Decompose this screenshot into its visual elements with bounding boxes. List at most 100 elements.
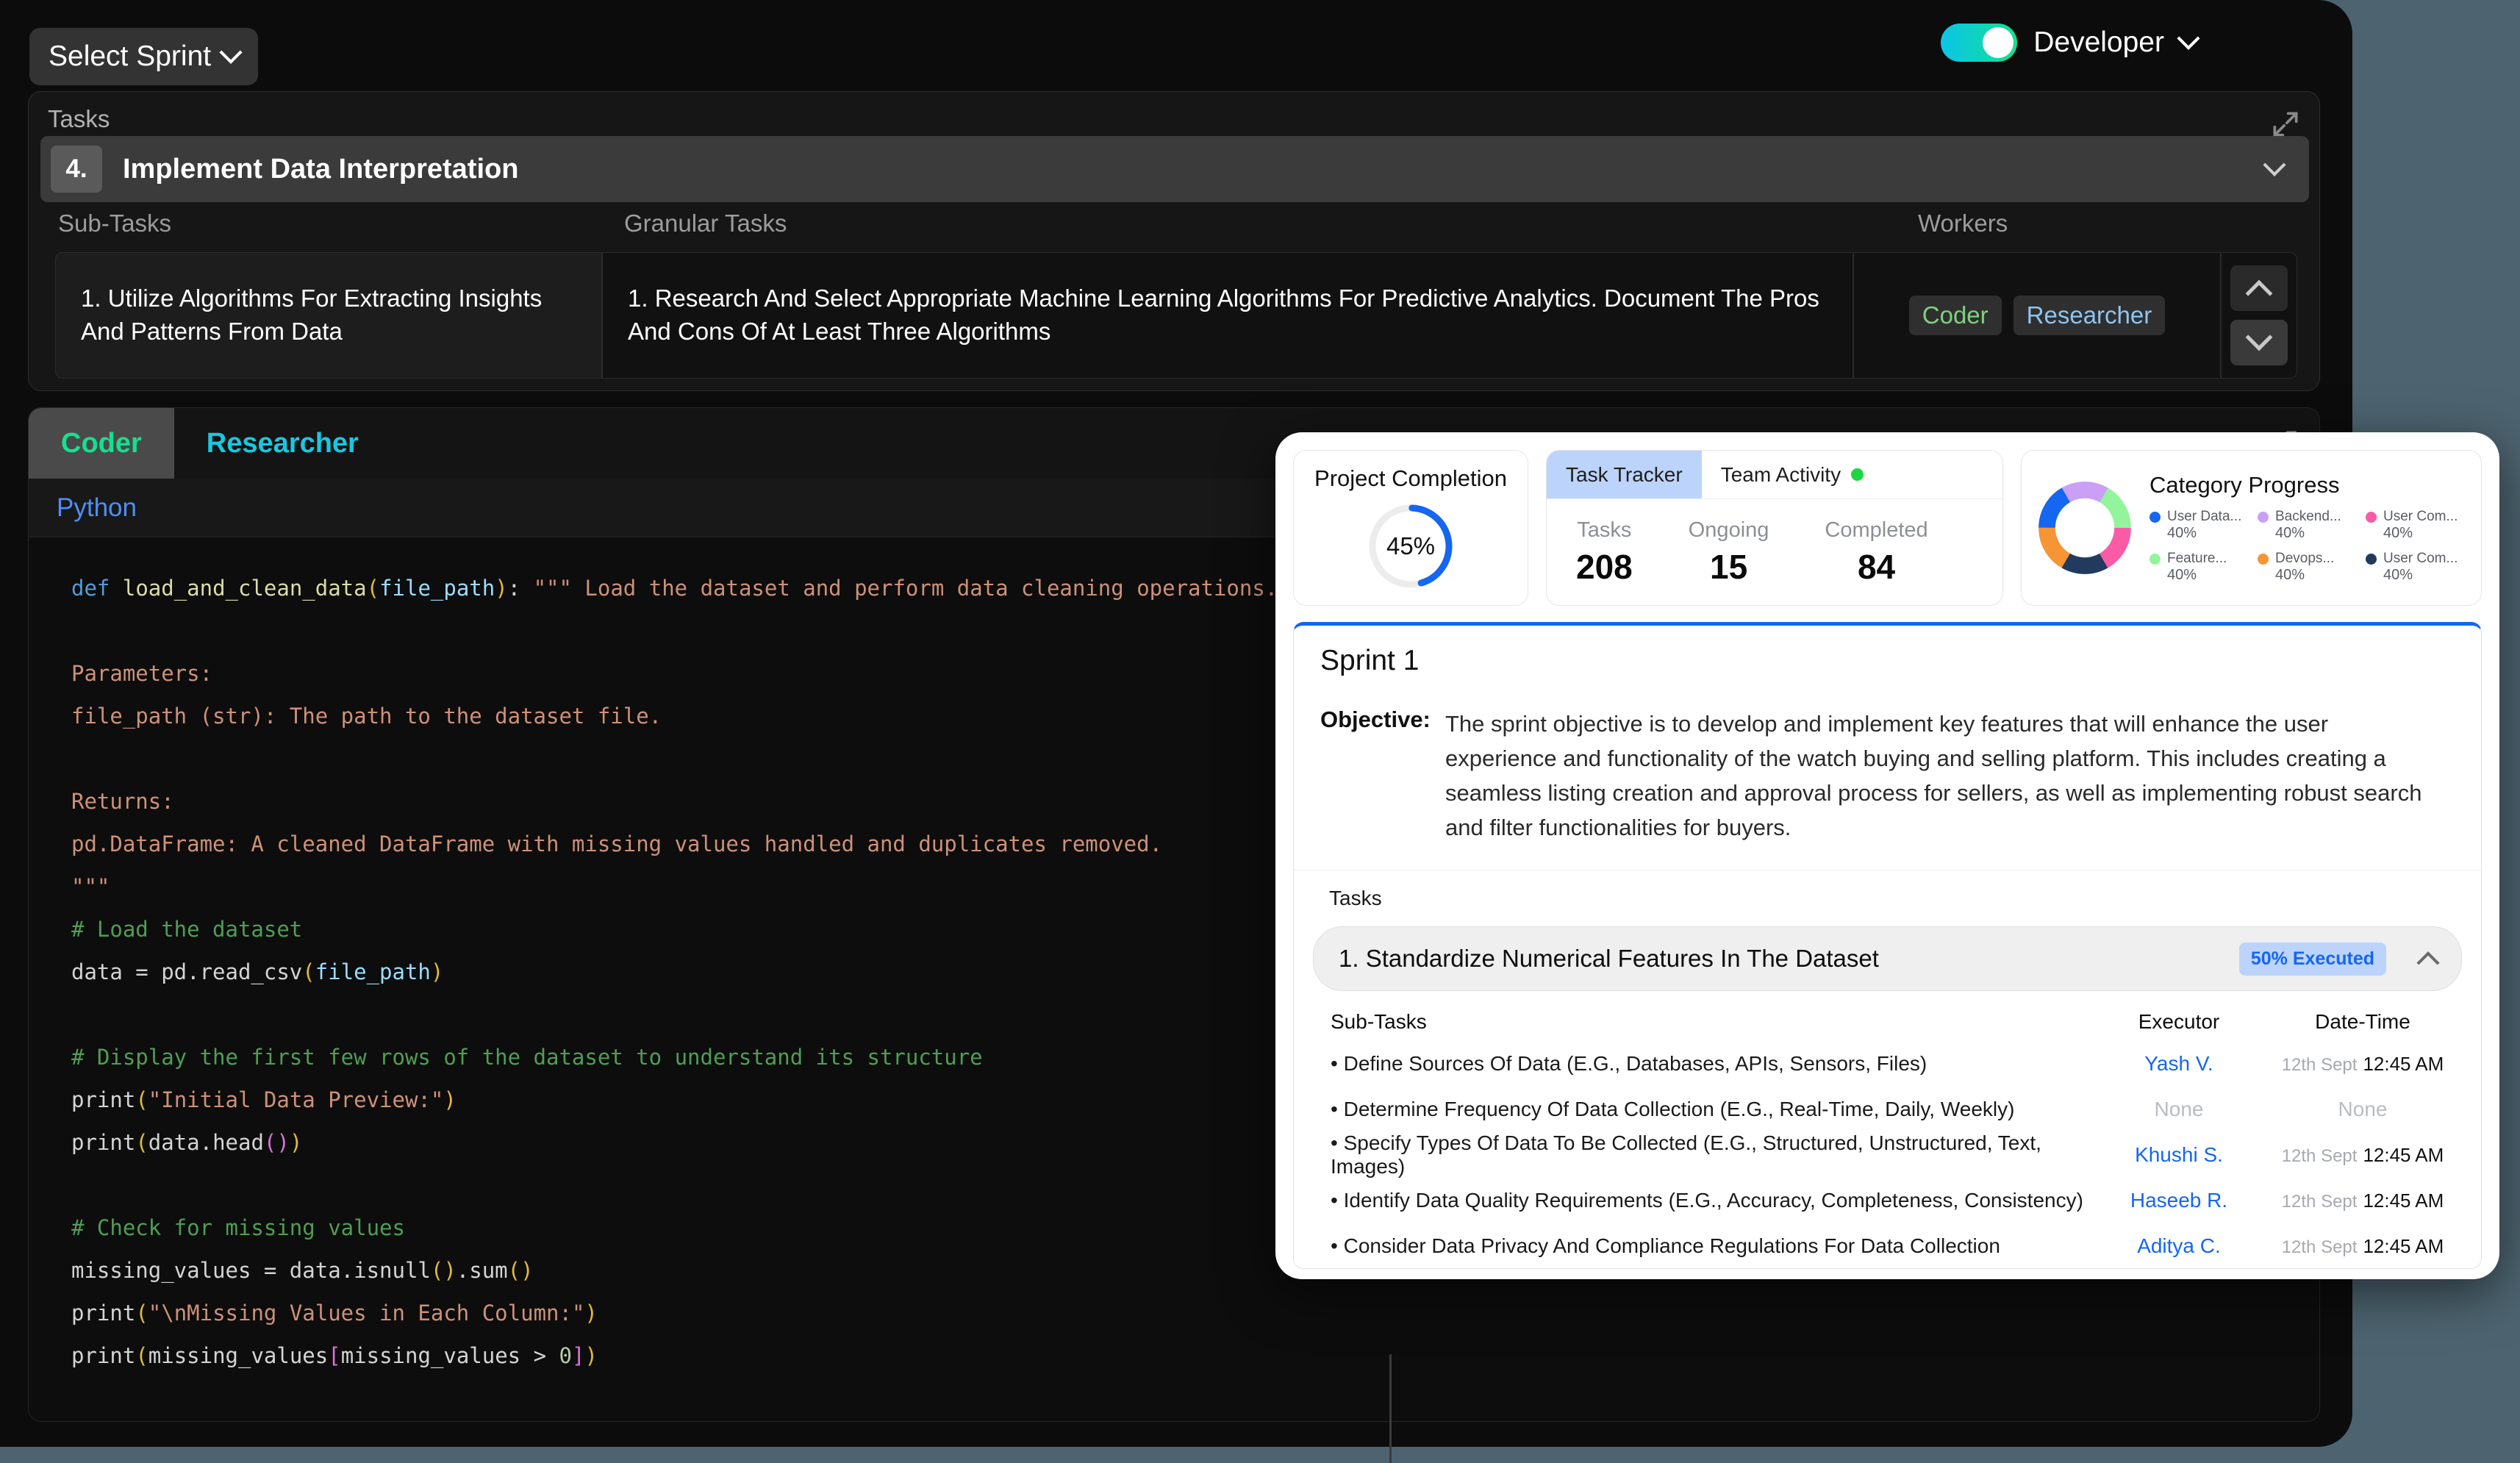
- subtask-date: 12th Sept: [2281, 1192, 2358, 1212]
- chevron-down-icon[interactable]: [2177, 26, 2200, 50]
- stat-ongoing: Ongoing 15: [1689, 518, 1769, 587]
- worker-badge-coder[interactable]: Coder: [1908, 296, 2002, 335]
- column-header-datetime: Date-Time: [2315, 1010, 2410, 1034]
- activity-status-dot-icon: [1851, 468, 1864, 481]
- chevron-up-icon[interactable]: [2416, 951, 2440, 975]
- granular-task-cell[interactable]: 1. Research And Select Appropriate Machi…: [602, 252, 1853, 379]
- column-header-subtasks: Sub-Tasks: [58, 210, 172, 237]
- tasks-card-header: Tasks: [48, 105, 110, 132]
- sprint-task-title: 1. Standardize Numerical Features In The…: [1339, 945, 1879, 973]
- tab-team-activity[interactable]: Team Activity: [1702, 451, 1883, 498]
- legend-item[interactable]: User Com... 40%: [2366, 509, 2468, 542]
- developer-mode-control[interactable]: Developer: [1941, 24, 2200, 62]
- subtask-name: Identify Data Quality Requirements (E.G.…: [1331, 1189, 2087, 1212]
- sprint-objective: Objective: The sprint objective is to de…: [1320, 707, 2455, 845]
- sprint-card: Sprint 1 Objective: The sprint objective…: [1293, 622, 2482, 1269]
- task-index: 4.: [51, 146, 102, 193]
- legend-percent: 40%: [2167, 525, 2197, 541]
- legend-label: Backend...: [2275, 509, 2341, 524]
- language-label: Python: [57, 493, 137, 522]
- legend-label: User Data...: [2167, 509, 2242, 524]
- sprint-task-row[interactable]: 1. Standardize Numerical Features In The…: [1313, 926, 2462, 992]
- scroll-down-button[interactable]: [2230, 320, 2288, 365]
- subtask-datetime: None: [2338, 1098, 2388, 1121]
- worker-badge-researcher[interactable]: Researcher: [2013, 296, 2166, 335]
- category-donut-chart: [2038, 482, 2131, 574]
- subtask-datetime: 12th Sept 12:45 AM: [2271, 1143, 2455, 1167]
- legend-label: User Com...: [2383, 551, 2458, 566]
- tab-researcher[interactable]: Researcher: [174, 408, 391, 479]
- table-row: Identify Data Quality Requirements (E.G.…: [1331, 1178, 2455, 1223]
- subtask-cell[interactable]: 1. Utilize Algorithms For Extracting Ins…: [55, 252, 602, 379]
- stat-ongoing-label: Ongoing: [1688, 518, 1769, 542]
- legend-item[interactable]: Devops... 40%: [2258, 551, 2360, 584]
- sprint-overview-panel: Project Completion 45% Task Tracker Team…: [1275, 432, 2499, 1279]
- stat-completed: Completed 84: [1825, 518, 1927, 587]
- category-progress-title: Category Progress: [2149, 472, 2340, 498]
- stat-completed-label: Completed: [1825, 518, 1928, 542]
- active-task-row[interactable]: 4. Implement Data Interpretation: [40, 136, 2309, 202]
- subtask-executor[interactable]: Haseeb R.: [2087, 1189, 2271, 1212]
- subtask-datetime: 12th Sept 12:45 AM: [2271, 1234, 2455, 1258]
- subtask-executor: None: [2154, 1098, 2204, 1121]
- completion-percent-label: 45%: [1386, 532, 1436, 559]
- legend-item[interactable]: Feature... 40%: [2149, 551, 2252, 584]
- completion-ring-chart: 45%: [1365, 501, 1456, 592]
- legend-label: Devops...: [2275, 551, 2335, 566]
- chevron-down-icon: [219, 40, 243, 64]
- subtask-name: Determine Frequency Of Data Collection (…: [1331, 1098, 2087, 1121]
- legend-percent: 40%: [2383, 525, 2413, 541]
- legend-dot-icon: [2366, 553, 2377, 565]
- table-row: Consider Data Privacy And Compliance Reg…: [1331, 1223, 2455, 1268]
- legend-dot-icon: [2149, 511, 2161, 523]
- legend-dot-icon: [2366, 511, 2377, 523]
- chevron-down-icon: [2245, 323, 2273, 351]
- category-legend: User Data... 40% Backend... 40% User Com…: [2149, 509, 2468, 584]
- legend-percent: 40%: [2383, 567, 2413, 583]
- task-title: Implement Data Interpretation: [123, 153, 519, 185]
- subtask-executor[interactable]: Aditya C.: [2087, 1234, 2271, 1258]
- legend-item[interactable]: User Data... 40%: [2149, 509, 2252, 542]
- table-row: 1. Utilize Algorithms For Extracting Ins…: [55, 252, 2297, 379]
- tab-task-tracker[interactable]: Task Tracker: [1547, 451, 1702, 498]
- legend-dot-icon: [2258, 511, 2269, 523]
- subtask-time: 12:45 AM: [2363, 1235, 2444, 1258]
- subtask-executor[interactable]: Yash V.: [2087, 1052, 2271, 1076]
- column-header-workers: Workers: [1918, 210, 2008, 237]
- task-tracker-card: Task Tracker Team Activity Tasks 208 Ong…: [1546, 450, 2003, 606]
- subtasks-table: Sub-Tasks Executor Date-Time Define Sour…: [1331, 1010, 2455, 1268]
- developer-toggle-switch[interactable]: [1941, 24, 2018, 62]
- objective-label: Objective:: [1320, 707, 1431, 732]
- chevron-up-icon: [2245, 279, 2273, 307]
- stat-tasks-value: 208: [1576, 548, 1633, 586]
- select-sprint-button[interactable]: Select Sprint: [29, 28, 259, 85]
- subtasks-table-header: Sub-Tasks Executor Date-Time: [1331, 1010, 2455, 1041]
- stat-ongoing-value: 15: [1709, 548, 1748, 586]
- column-header-subtasks: Sub-Tasks: [1331, 1010, 1427, 1034]
- sprint-title: Sprint 1: [1320, 645, 1420, 676]
- legend-item[interactable]: Backend... 40%: [2258, 509, 2360, 542]
- agent-tabs: Coder Researcher: [29, 408, 391, 479]
- workers-cell: Coder Researcher: [1853, 252, 2221, 379]
- subtask-executor[interactable]: Khushi S.: [2087, 1143, 2271, 1167]
- subtask-date: 12th Sept: [2281, 1237, 2358, 1258]
- tab-coder[interactable]: Coder: [29, 408, 174, 479]
- tab-team-activity-label: Team Activity: [1720, 462, 1841, 486]
- tasks-section-label: Tasks: [1329, 887, 1382, 910]
- subtask-date: 12th Sept: [2281, 1055, 2358, 1076]
- tracker-stats: Tasks 208 Ongoing 15 Completed 84: [1547, 499, 2002, 587]
- legend-label: User Com...: [2383, 509, 2458, 524]
- legend-percent: 40%: [2275, 525, 2305, 541]
- project-completion-title: Project Completion: [1314, 465, 1507, 491]
- subtask-name: Consider Data Privacy And Compliance Reg…: [1331, 1234, 2087, 1258]
- legend-item[interactable]: User Com... 40%: [2366, 551, 2468, 584]
- stat-completed-value: 84: [1857, 548, 1896, 586]
- column-header-granular-tasks: Granular Tasks: [624, 210, 787, 237]
- scroll-up-button[interactable]: [2230, 265, 2288, 311]
- subtask-date: 12th Sept: [2281, 1146, 2358, 1167]
- execution-status-badge: 50% Executed: [2238, 942, 2386, 976]
- chevron-down-icon[interactable]: [2263, 153, 2286, 176]
- category-legend-area: Category Progress User Data... 40% Backe…: [2149, 472, 2468, 584]
- column-header-executor: Executor: [2138, 1010, 2220, 1034]
- table-row: Determine Frequency Of Data Collection (…: [1331, 1087, 2455, 1132]
